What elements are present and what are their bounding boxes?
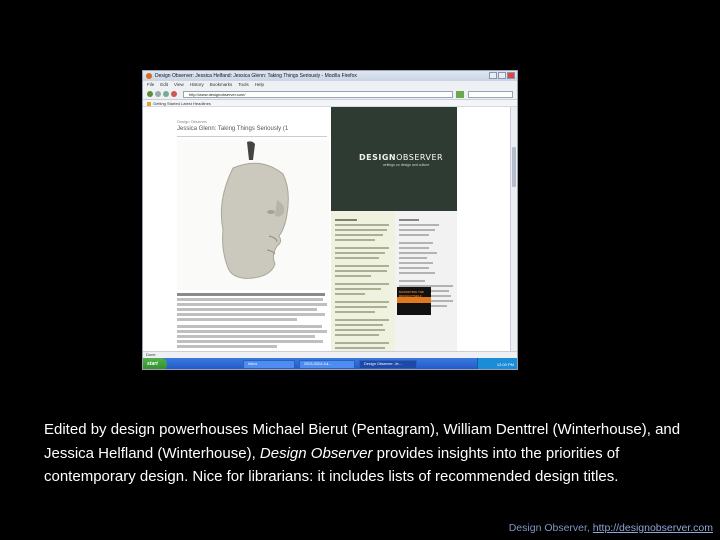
source-link[interactable]: http://designobserver.com [593, 522, 713, 534]
bookmarks-label[interactable]: Getting Started Latest Headlines [153, 101, 211, 106]
scrollbar-thumb[interactable] [512, 147, 516, 187]
sidebar-recent-column [331, 211, 395, 354]
article-headline[interactable]: Jessica Glenn: Taking Things Seriously (… [177, 126, 288, 132]
menu-item-history[interactable]: History [190, 81, 204, 89]
forward-icon[interactable] [155, 91, 161, 97]
menu-item-bookmarks[interactable]: Bookmarks [210, 81, 233, 89]
taskbar-item-active[interactable]: Design Observer: Je... [359, 360, 417, 369]
logo-tagline: writings on design and culture [383, 163, 430, 167]
start-button[interactable]: start [143, 358, 167, 369]
logo-observer-text: OBSERVER [396, 153, 444, 162]
divider [177, 136, 327, 137]
maximize-icon[interactable] [498, 72, 506, 79]
design-observer-logo[interactable]: DESIGNOBSERVER [359, 153, 443, 162]
browser-title: Design Observer: Jessica Helfand: Jessic… [155, 73, 357, 79]
caption-italic-title: Design Observer [259, 444, 373, 462]
search-box[interactable] [468, 91, 513, 98]
system-tray-clock[interactable]: 12:00 PM [477, 358, 517, 369]
reload-icon[interactable] [163, 91, 169, 97]
site-header-panel: DESIGNOBSERVER writings on design and cu… [331, 107, 457, 211]
taskbar-item[interactable]: 2003-0024-Jul... [299, 360, 355, 369]
browser-title-bar: Design Observer: Jessica Helfand: Jessic… [143, 71, 517, 81]
menu-item-tools[interactable]: Tools [238, 81, 249, 89]
navigation-toolbar: http://www.designobserver.com/ [143, 89, 517, 100]
window-controls [489, 72, 515, 79]
logo-design-text: DESIGN [359, 153, 397, 162]
book-cover-image[interactable]: MARKETING THE DESIGN ITSELF [397, 287, 431, 315]
stop-icon[interactable] [171, 91, 177, 97]
source-credit: Design Observer, http://designobserver.c… [509, 522, 713, 534]
death-mask-photo [177, 140, 329, 290]
close-icon[interactable] [507, 72, 515, 79]
article-body-text [177, 293, 327, 350]
menu-item-file[interactable]: File [147, 81, 154, 89]
menu-item-help[interactable]: Help [255, 81, 264, 89]
web-page: Design Observer Jessica Glenn: Taking Th… [143, 107, 517, 354]
article-kicker: Design Observer [177, 119, 208, 124]
back-icon[interactable] [147, 91, 153, 97]
bookmark-icon [147, 101, 151, 106]
minimize-icon[interactable] [489, 72, 497, 79]
browser-screenshot: Design Observer: Jessica Helfand: Jessic… [142, 70, 518, 370]
article-column: Design Observer Jessica Glenn: Taking Th… [177, 107, 329, 351]
firefox-icon [146, 73, 152, 79]
bookmarks-toolbar: Getting Started Latest Headlines [143, 100, 517, 107]
sidebar-links-column [395, 211, 457, 351]
address-bar[interactable]: http://www.designobserver.com/ [183, 91, 453, 98]
browser-menu-bar: File Edit View History Bookmarks Tools Help [143, 81, 517, 89]
status-bar: Done [143, 351, 517, 358]
windows-taskbar: start Inbox 2003-0024-Jul... Design Obse… [143, 358, 517, 369]
menu-item-view[interactable]: View [174, 81, 184, 89]
menu-item-edit[interactable]: Edit [160, 81, 168, 89]
credit-label: Design Observer, [508, 522, 593, 534]
taskbar-item[interactable]: Inbox [243, 360, 295, 369]
vertical-scrollbar[interactable] [510, 107, 517, 351]
slide-caption: Edited by design powerhouses Michael Bie… [44, 418, 694, 489]
go-button[interactable] [456, 91, 464, 98]
